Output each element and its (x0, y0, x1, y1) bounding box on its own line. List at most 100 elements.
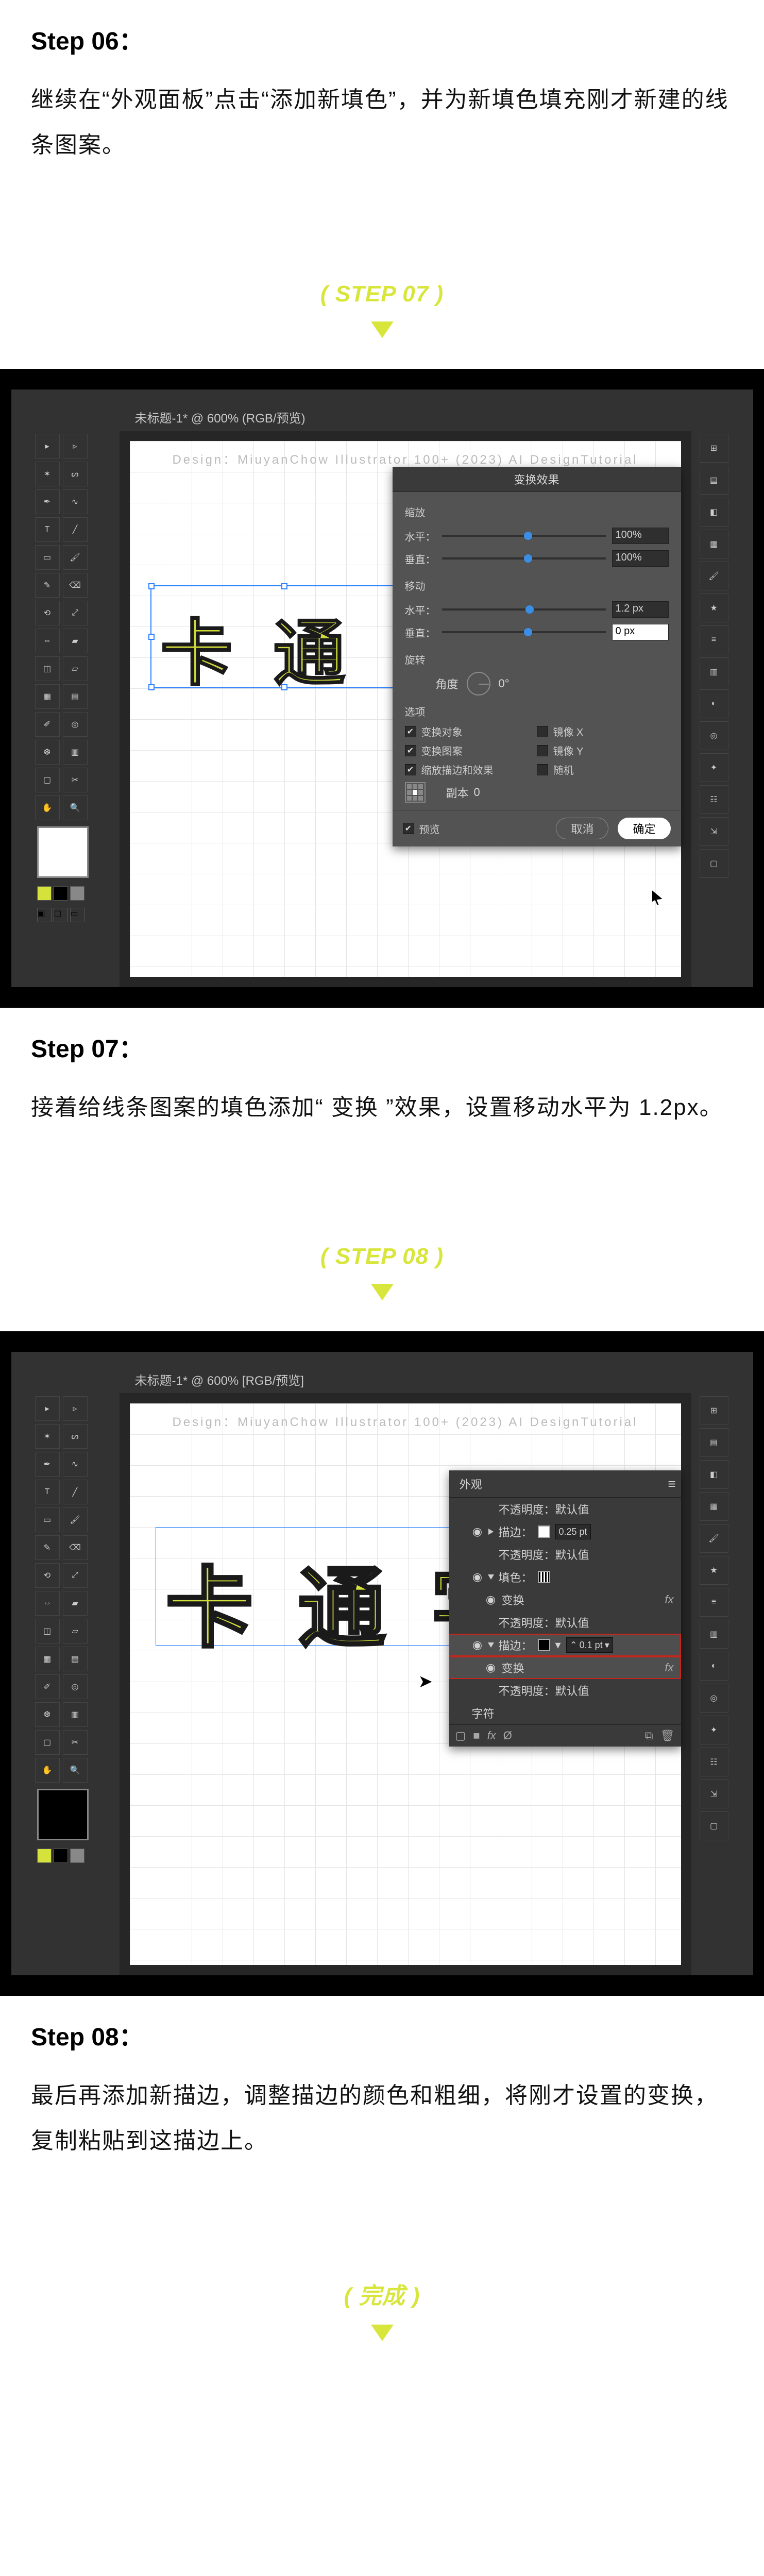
visibility-icon[interactable]: ◉ (472, 1570, 483, 1584)
selection-handle[interactable] (148, 684, 155, 690)
scale-horizontal-input[interactable]: 100% (612, 528, 669, 544)
brushes-panel-icon[interactable]: 🖌 (700, 562, 728, 590)
type-tool-icon[interactable]: T (35, 517, 60, 542)
symbol-sprayer-icon[interactable]: ❆ (35, 1702, 60, 1727)
expand-icon[interactable] (488, 1574, 494, 1580)
eraser-tool-icon[interactable]: ⌫ (63, 573, 88, 598)
blend-tool-icon[interactable]: ◎ (63, 1674, 88, 1699)
mesh-tool-icon[interactable]: ▦ (35, 684, 60, 709)
angle-input[interactable]: 0° (499, 677, 540, 690)
swatches-panel-icon[interactable]: ▦ (700, 530, 728, 558)
preview-checkbox[interactable]: 预览 (403, 821, 440, 836)
graph-tool-icon[interactable]: ▥ (63, 1702, 88, 1727)
line-tool-icon[interactable]: ╱ (63, 517, 88, 542)
swatch-black[interactable] (54, 1849, 68, 1863)
appearance-panel-icon[interactable]: ◎ (700, 721, 728, 750)
document-tab[interactable]: 未标题-1* @ 600% [RGB/预览] (135, 1370, 304, 1388)
rectangle-tool-icon[interactable]: ▭ (35, 545, 60, 570)
row-fill[interactable]: ◉ 填色： (449, 1566, 681, 1588)
panel-menu-icon[interactable]: ≡ (668, 1476, 675, 1492)
artboard-tool-icon[interactable]: ▢ (35, 768, 60, 792)
eyedropper-tool-icon[interactable]: ✐ (35, 1674, 60, 1699)
stroke-weight-input[interactable]: 0.25 pt (555, 1524, 591, 1539)
transparency-panel-icon[interactable]: ◐ (700, 1652, 728, 1681)
shape-builder-tool-icon[interactable]: ◫ (35, 656, 60, 681)
scale-vertical-input[interactable]: 100% (612, 550, 669, 567)
transparency-panel-icon[interactable]: ◐ (700, 689, 728, 718)
move-vertical-input[interactable]: 0 px (612, 624, 669, 640)
symbols-panel-icon[interactable]: ★ (700, 594, 728, 622)
shape-builder-tool-icon[interactable]: ◫ (35, 1619, 60, 1643)
blend-tool-icon[interactable]: ◎ (63, 712, 88, 737)
stroke-swatch[interactable] (538, 1526, 550, 1538)
fill-swatch[interactable] (538, 1571, 550, 1583)
free-transform-tool-icon[interactable]: ▰ (63, 1591, 88, 1616)
eraser-tool-icon[interactable]: ⌫ (63, 1535, 88, 1560)
row-opacity[interactable]: 不透明度：默认值 (449, 1498, 681, 1520)
stroke-panel-icon[interactable]: ≡ (700, 1588, 728, 1617)
add-stroke-icon[interactable]: ▢ (455, 1729, 466, 1742)
selection-handle[interactable] (281, 583, 287, 589)
swatch-yellow[interactable] (37, 1849, 52, 1863)
move-horizontal-slider[interactable] (442, 608, 606, 611)
asset-export-panel-icon[interactable]: ⇲ (700, 1780, 728, 1808)
row-characters[interactable]: 字符 (449, 1702, 681, 1724)
selection-tool-icon[interactable]: ▸ (35, 1396, 60, 1421)
swatch-yellow[interactable] (37, 886, 52, 901)
clear-appearance-icon[interactable]: Ø (503, 1729, 512, 1742)
add-effect-icon[interactable]: fx (487, 1729, 496, 1742)
eyedropper-tool-icon[interactable]: ✐ (35, 712, 60, 737)
fill-stroke-swatch[interactable] (37, 826, 89, 878)
gradient-panel-icon[interactable]: ▥ (700, 657, 728, 686)
pen-tool-icon[interactable]: ✒ (35, 1452, 60, 1477)
reference-point-selector[interactable] (405, 782, 426, 803)
opt-transform-object[interactable]: 变换对象 (405, 724, 537, 739)
slice-tool-icon[interactable]: ✂ (63, 1730, 88, 1755)
visibility-icon[interactable]: ◉ (472, 1525, 483, 1538)
direct-selection-tool-icon[interactable]: ▹ (63, 1396, 88, 1421)
scale-vertical-slider[interactable] (442, 557, 606, 560)
properties-panel-icon[interactable]: ⊞ (700, 434, 728, 463)
curvature-tool-icon[interactable]: ∿ (63, 489, 88, 514)
stepper-icon[interactable]: ⌃ (570, 1640, 578, 1651)
swatch-none[interactable] (70, 1849, 84, 1863)
angle-dial[interactable] (467, 672, 490, 696)
shaper-tool-icon[interactable]: ✎ (35, 1535, 60, 1560)
swatches-panel-icon[interactable]: ▦ (700, 1492, 728, 1521)
visibility-icon[interactable]: ◉ (485, 1661, 497, 1674)
visibility-icon[interactable]: ◉ (485, 1593, 497, 1606)
hand-tool-icon[interactable]: ✋ (35, 795, 60, 820)
artboard-tool-icon[interactable]: ▢ (35, 1730, 60, 1755)
layers-panel-icon[interactable]: ☷ (700, 1748, 728, 1776)
screen-mode-icon[interactable]: ▭ (70, 908, 84, 922)
scale-tool-icon[interactable]: ⤢ (63, 1563, 88, 1588)
magic-wand-tool-icon[interactable]: ✶ (35, 462, 60, 486)
swatch-none[interactable] (70, 886, 84, 901)
layers-panel-icon[interactable]: ☷ (700, 785, 728, 814)
expand-icon[interactable] (488, 1529, 494, 1535)
move-horizontal-input[interactable]: 1.2 px (612, 601, 669, 618)
stroke-weight-input[interactable]: ⌃ 0.1 pt ▾ (566, 1637, 613, 1653)
delete-item-icon[interactable]: 🗑 (660, 1729, 675, 1742)
row-opacity[interactable]: 不透明度：默认值 (449, 1543, 681, 1566)
opt-reflect-x[interactable]: 镜像 X (537, 724, 669, 739)
mesh-tool-icon[interactable]: ▦ (35, 1647, 60, 1671)
properties-panel-icon[interactable]: ⊞ (700, 1396, 728, 1425)
scale-horizontal-slider[interactable] (442, 535, 606, 537)
selection-handle[interactable] (148, 583, 155, 589)
stroke-panel-icon[interactable]: ≡ (700, 625, 728, 654)
color-panel-icon[interactable]: ◧ (700, 498, 728, 527)
lasso-tool-icon[interactable]: ᔕ (63, 1424, 88, 1449)
rotate-tool-icon[interactable]: ⟲ (35, 1563, 60, 1588)
slice-tool-icon[interactable]: ✂ (63, 768, 88, 792)
screen-mode-icon[interactable]: ▢ (54, 908, 68, 922)
row-stroke-2-highlighted[interactable]: ◉ 描边： ▾ ⌃ 0.1 pt ▾ (449, 1634, 681, 1656)
ok-button[interactable]: 确定 (618, 818, 670, 839)
copies-input[interactable]: 0 (474, 786, 515, 799)
pen-tool-icon[interactable]: ✒ (35, 489, 60, 514)
type-tool-icon[interactable]: T (35, 1480, 60, 1504)
row-transform[interactable]: ◉ 变换 fx (449, 1588, 681, 1611)
libraries-panel-icon[interactable]: ▤ (700, 1428, 728, 1457)
width-tool-icon[interactable]: ⇔ (35, 629, 60, 653)
row-stroke-1[interactable]: ◉ 描边： 0.25 pt (449, 1520, 681, 1543)
